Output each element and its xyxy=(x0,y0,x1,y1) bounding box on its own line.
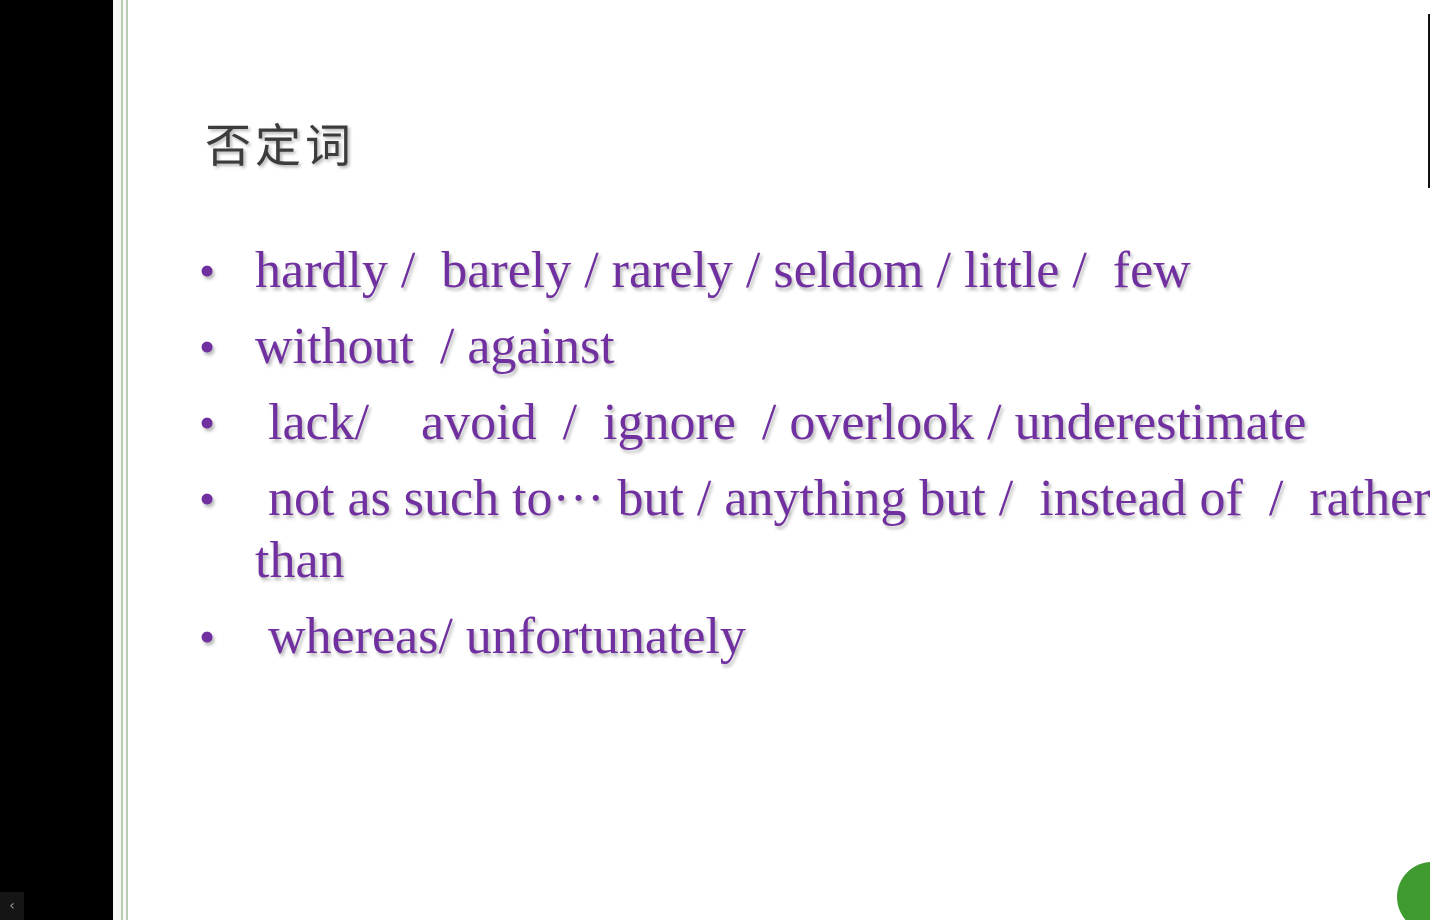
bullet-text: without / against xyxy=(255,318,615,375)
bullet-dot: • xyxy=(199,473,216,524)
bullet-dot: • xyxy=(199,245,216,296)
bullet-item: • hardly / barely / rarely / seldom / li… xyxy=(197,240,1430,302)
slide-canvas: 否定词 • hardly / barely / rarely / seldom … xyxy=(113,0,1430,920)
bullet-dot: • xyxy=(199,611,216,662)
bullet-dot: • xyxy=(199,321,216,372)
bullet-item: • without / against xyxy=(197,316,1430,378)
bullet-item: • whereas/ unfortunately xyxy=(197,606,1430,668)
bullet-text: hardly / barely / rarely / seldom / litt… xyxy=(255,242,1191,299)
collapse-panel-icon[interactable]: ‹ xyxy=(0,892,24,920)
slide-edge-decoration xyxy=(113,0,131,920)
bullet-item: • lack/ avoid / ignore / overlook / unde… xyxy=(197,392,1430,454)
bullet-text: lack/ avoid / ignore / overlook / undere… xyxy=(255,394,1307,451)
bullet-dot: • xyxy=(199,397,216,448)
bullet-list: • hardly / barely / rarely / seldom / li… xyxy=(197,240,1430,682)
slide-corner-decoration xyxy=(1397,862,1430,920)
bullet-item: • not as such to··· but / anything but /… xyxy=(197,468,1430,592)
bullet-text: not as such to··· but / anything but / i… xyxy=(255,470,1430,589)
bullet-text: whereas/ unfortunately xyxy=(255,608,746,665)
left-panel: ‹ xyxy=(0,0,113,920)
slide-title: 否定词 xyxy=(205,119,355,173)
